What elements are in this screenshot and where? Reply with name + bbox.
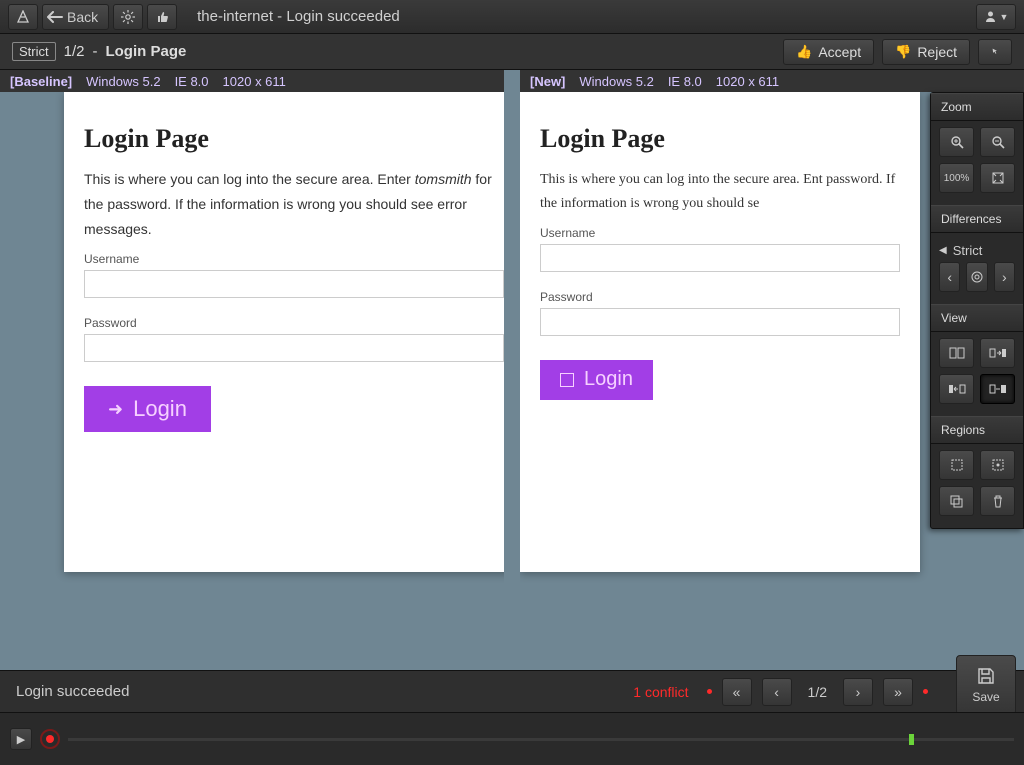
gear-icon[interactable] — [113, 4, 143, 30]
view-swap-left-button[interactable] — [939, 374, 974, 404]
save-button[interactable]: Save — [956, 655, 1016, 715]
strict-chip[interactable]: Strict — [12, 42, 56, 61]
reject-button[interactable]: 👎 Reject — [882, 39, 970, 65]
username-field[interactable] — [84, 270, 504, 298]
page-indicator: 1/2 — [802, 684, 833, 700]
baseline-header: [Baseline] Windows 5.2 IE 8.0 1020 x 611 — [0, 70, 504, 92]
baseline-pane[interactable]: Login Page This is where you can log int… — [8, 92, 504, 630]
sub-page-name: Login Page — [105, 43, 186, 60]
region-copy-button[interactable] — [939, 486, 974, 516]
nav-prev-button[interactable]: ‹ — [762, 678, 792, 706]
username-label: Username — [540, 226, 900, 240]
doc-heading: Login Page — [540, 124, 900, 154]
login-placeholder-icon — [560, 373, 574, 387]
thumbs-down-icon: 👎 — [895, 44, 911, 60]
view-both-button[interactable] — [939, 338, 974, 368]
timeline-track[interactable] — [68, 738, 1014, 741]
sub-counter: 1/2 — [64, 43, 85, 60]
accept-label: Accept — [818, 44, 861, 60]
view-overlay-button[interactable] — [980, 374, 1015, 404]
conflict-dot-icon — [923, 689, 928, 694]
username-label: Username — [84, 252, 504, 266]
diff-mode-row[interactable]: ◀Strict — [939, 239, 1015, 262]
doc-blurb: This is where you can log into the secur… — [84, 168, 504, 242]
login-button[interactable]: Login — [540, 360, 653, 400]
password-field[interactable] — [540, 308, 900, 336]
diff-prev-button[interactable]: ‹ — [939, 262, 960, 292]
reject-label: Reject — [917, 44, 957, 60]
back-label: Back — [67, 9, 98, 25]
back-button[interactable]: Back — [42, 4, 109, 30]
zoom-fit-button[interactable] — [980, 163, 1015, 193]
zoom-in-button[interactable] — [939, 127, 974, 157]
save-label: Save — [972, 690, 999, 704]
page-title: the-internet - Login succeeded — [197, 8, 400, 25]
toolbox-panel: Zoom 100% Differences ◀Strict ‹ › View — [930, 92, 1024, 529]
zoom-out-button[interactable] — [980, 127, 1015, 157]
zoom-100-button[interactable]: 100% — [939, 163, 974, 193]
save-disk-icon — [976, 666, 996, 686]
view-swap-right-button[interactable] — [980, 338, 1015, 368]
login-button[interactable]: ➜ Login — [84, 386, 211, 432]
pointer-tool-button[interactable] — [978, 39, 1012, 65]
doc-heading: Login Page — [84, 124, 504, 154]
login-label: Login — [133, 396, 187, 422]
region-select-button[interactable] — [939, 450, 974, 480]
sub-sep: - — [92, 43, 97, 60]
password-label: Password — [84, 316, 504, 330]
nav-last-button[interactable]: » — [883, 678, 913, 706]
diff-section-title: Differences — [931, 205, 1023, 233]
record-indicator[interactable] — [40, 729, 60, 749]
doc-blurb-new: This is where you can log into the secur… — [540, 168, 900, 216]
new-header: [New] Windows 5.2 IE 8.0 1020 x 611 — [520, 70, 1024, 92]
login-label: Login — [584, 368, 633, 391]
conflict-dot-icon — [707, 689, 712, 694]
regions-section-title: Regions — [931, 416, 1023, 444]
password-field[interactable] — [84, 334, 504, 362]
username-field[interactable] — [540, 244, 900, 272]
thumbs-up-icon[interactable] — [147, 4, 177, 30]
nav-next-button[interactable]: › — [843, 678, 873, 706]
play-button[interactable]: ▶ — [10, 728, 32, 750]
thumbs-up-icon: 👍 — [796, 44, 812, 60]
accept-button[interactable]: 👍 Accept — [783, 39, 874, 65]
region-float-button[interactable] — [980, 450, 1015, 480]
password-label: Password — [540, 290, 900, 304]
login-arrow-icon: ➜ — [108, 399, 123, 420]
diff-next-button[interactable]: › — [994, 262, 1015, 292]
logo-icon[interactable] — [8, 4, 38, 30]
status-text: Login succeeded — [16, 683, 129, 700]
conflict-count: 1 conflict — [633, 684, 688, 700]
region-delete-button[interactable] — [980, 486, 1015, 516]
diff-target-button[interactable] — [966, 262, 987, 292]
view-section-title: View — [931, 304, 1023, 332]
user-menu-button[interactable]: ▼ — [976, 4, 1016, 30]
zoom-section-title: Zoom — [931, 93, 1023, 121]
nav-first-button[interactable]: « — [722, 678, 752, 706]
timeline-marker — [909, 734, 914, 745]
